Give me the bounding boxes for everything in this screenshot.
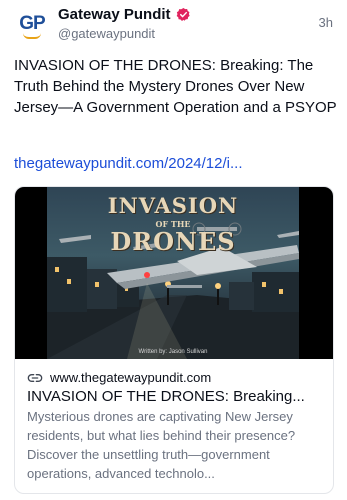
link-card-description: Mysterious drones are captivating New Je… <box>27 409 296 481</box>
post-timestamp[interactable]: 3h <box>319 15 333 30</box>
link-card-title: INVASION OF THE DRONES: Breaking... <box>27 388 305 405</box>
link-icon <box>27 373 43 382</box>
link-card-body: www.thegatewaypundit.com INVASION OF THE… <box>15 359 333 483</box>
post-header: GP Gateway Pundit @gatewaypundit 3h <box>14 6 333 46</box>
link-card-domain: www.thegatewaypundit.com <box>50 370 212 385</box>
link-card-image[interactable]: INVASION OF THE DRONES Written by: Jason… <box>15 187 333 359</box>
author-display-name[interactable]: Gateway Pundit <box>58 6 171 23</box>
post-link[interactable]: thegatewaypundit.com/2024/12/i... <box>14 153 337 174</box>
drone-artwork: INVASION OF THE DRONES Written by: Jason… <box>47 187 299 359</box>
author-handle[interactable]: @gatewaypundit <box>58 26 191 41</box>
author-block: Gateway Pundit @gatewaypundit <box>58 6 191 41</box>
link-card-domain-row: www.thegatewaypundit.com <box>27 369 321 386</box>
artwork-title-line-1: INVASION <box>107 193 239 218</box>
link-card[interactable]: INVASION OF THE DRONES Written by: Jason… <box>14 186 334 494</box>
avatar[interactable]: GP <box>14 8 50 44</box>
post-text: INVASION OF THE DRONES: Breaking: The Tr… <box>14 57 337 116</box>
verified-badge-icon <box>176 7 190 21</box>
avatar-logo-swoosh <box>23 33 41 39</box>
artwork-credit: Written by: Jason Sullivan <box>138 349 208 355</box>
post[interactable]: GP Gateway Pundit @gatewaypundit 3h INVA… <box>0 0 347 500</box>
avatar-logo-text: GP <box>19 13 45 34</box>
artwork-title-line-3: DRONES <box>110 227 236 256</box>
